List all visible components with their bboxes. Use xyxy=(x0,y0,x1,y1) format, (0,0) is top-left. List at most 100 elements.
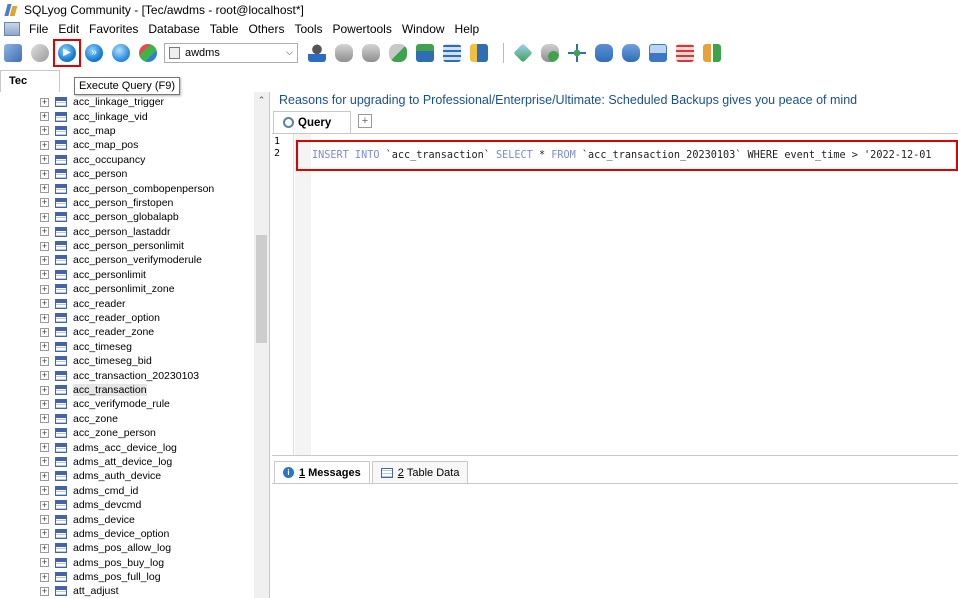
tree-item-table[interactable]: + acc_reader_zone xyxy=(0,325,254,339)
tree-item-table[interactable]: + adms_pos_allow_log xyxy=(0,541,254,555)
data-sync-button[interactable] xyxy=(468,42,490,64)
tab-table-data[interactable]: 2 Table Data xyxy=(371,461,469,483)
expand-icon[interactable]: + xyxy=(40,471,49,481)
new-connection-button[interactable] xyxy=(2,42,24,64)
tree-item-table[interactable]: + acc_map_pos xyxy=(0,138,254,152)
tree-item-table[interactable]: + acc_zone xyxy=(0,412,254,426)
job-agent-button[interactable] xyxy=(620,42,642,64)
expand-icon[interactable]: + xyxy=(40,284,49,294)
execute-all-queries-button[interactable]: » xyxy=(83,42,105,64)
expand-icon[interactable]: + xyxy=(40,385,49,395)
expand-icon[interactable]: + xyxy=(40,212,49,222)
expand-icon[interactable]: + xyxy=(40,270,49,280)
expand-icon[interactable]: + xyxy=(40,155,49,165)
disconnect-button[interactable] xyxy=(29,42,51,64)
menu-table[interactable]: Table xyxy=(205,22,244,36)
tree-item-table[interactable]: + acc_person_personlimit xyxy=(0,239,254,253)
expand-icon[interactable]: + xyxy=(40,227,49,237)
expand-icon[interactable]: + xyxy=(40,241,49,251)
tree-item-table[interactable]: + adms_devcmd xyxy=(0,498,254,512)
expand-icon[interactable]: + xyxy=(40,126,49,136)
scheduler-button[interactable] xyxy=(566,42,588,64)
tree-item-table[interactable]: + acc_timeseg xyxy=(0,340,254,354)
menu-window[interactable]: Window xyxy=(397,22,450,36)
scroll-up-icon[interactable]: ⌃ xyxy=(254,92,269,109)
menu-database[interactable]: Database xyxy=(143,22,204,36)
sql-log-button[interactable] xyxy=(647,42,669,64)
table-diagnostics-button[interactable] xyxy=(674,42,696,64)
tree-item-table[interactable]: + acc_person_globalapb xyxy=(0,210,254,224)
expand-icon[interactable]: + xyxy=(40,428,49,438)
upgrade-banner[interactable]: Reasons for upgrading to Professional/En… xyxy=(279,93,857,107)
expand-icon[interactable]: + xyxy=(40,112,49,122)
expand-icon[interactable]: + xyxy=(40,414,49,424)
expand-icon[interactable]: + xyxy=(40,169,49,179)
expand-icon[interactable]: + xyxy=(40,184,49,194)
tree-item-table[interactable]: + acc_personlimit_zone xyxy=(0,282,254,296)
tree-item-table[interactable]: + acc_person_lastaddr xyxy=(0,225,254,239)
tree-item-table[interactable]: + adms_att_device_log xyxy=(0,455,254,469)
menu-others[interactable]: Others xyxy=(243,22,289,36)
menu-help[interactable]: Help xyxy=(450,22,485,36)
import-data-button[interactable] xyxy=(414,42,436,64)
query-builder-button[interactable] xyxy=(539,42,561,64)
restore-button[interactable] xyxy=(360,42,382,64)
expand-icon[interactable]: + xyxy=(40,500,49,510)
tab-query[interactable]: Query xyxy=(273,111,351,133)
expand-icon[interactable]: + xyxy=(40,140,49,150)
tree-item-table[interactable]: + acc_person_verifymoderule xyxy=(0,253,254,267)
tree-item-table[interactable]: + acc_linkage_trigger xyxy=(0,95,254,109)
expand-icon[interactable]: + xyxy=(40,486,49,496)
expand-icon[interactable]: + xyxy=(40,313,49,323)
expand-icon[interactable]: + xyxy=(40,371,49,381)
tree-item-table[interactable]: + acc_transaction_20230103 xyxy=(0,368,254,382)
tree-item-table[interactable]: + acc_personlimit xyxy=(0,268,254,282)
tree-item-table[interactable]: + acc_occupancy xyxy=(0,153,254,167)
schema-designer-button[interactable] xyxy=(512,42,534,64)
document-menu-icon[interactable] xyxy=(4,22,20,36)
object-browser-scrollbar[interactable]: ⌃ xyxy=(254,92,269,598)
database-select[interactable]: awdms ⌵ xyxy=(164,42,298,63)
expand-icon[interactable]: + xyxy=(40,529,49,539)
expand-icon[interactable]: + xyxy=(40,299,49,309)
tree-item-table[interactable]: + acc_transaction xyxy=(0,383,254,397)
expand-icon[interactable]: + xyxy=(40,572,49,582)
expand-icon[interactable]: + xyxy=(40,586,49,596)
expand-icon[interactable]: + xyxy=(40,255,49,265)
menu-file[interactable]: File xyxy=(24,22,53,36)
new-tab-button[interactable]: + xyxy=(358,114,372,128)
schema-sync-button[interactable] xyxy=(441,42,463,64)
tree-item-table[interactable]: + adms_auth_device xyxy=(0,469,254,483)
expand-icon[interactable]: + xyxy=(40,342,49,352)
expand-icon[interactable]: + xyxy=(40,327,49,337)
expand-icon[interactable]: + xyxy=(40,97,49,107)
tree-item-table[interactable]: + adms_pos_full_log xyxy=(0,570,254,584)
backup-button[interactable] xyxy=(333,42,355,64)
tab-messages[interactable]: i 1 Messages xyxy=(274,461,370,483)
scrollbar-thumb[interactable] xyxy=(256,235,267,343)
menu-powertools[interactable]: Powertools xyxy=(327,22,396,36)
tree-item-table[interactable]: + acc_person_firstopen xyxy=(0,196,254,210)
tree-item-table[interactable]: + acc_person xyxy=(0,167,254,181)
expand-icon[interactable]: + xyxy=(40,515,49,525)
expand-icon[interactable]: + xyxy=(40,399,49,409)
copy-database-button[interactable] xyxy=(387,42,409,64)
execute-query-button[interactable]: ▶ xyxy=(53,38,81,67)
tree-item-table[interactable]: + acc_reader_option xyxy=(0,311,254,325)
tree-item-table[interactable]: + acc_reader xyxy=(0,296,254,310)
tree-item-table[interactable]: + acc_linkage_vid xyxy=(0,109,254,123)
expand-icon[interactable]: + xyxy=(40,558,49,568)
create-database-button[interactable] xyxy=(137,42,159,64)
tree-item-table[interactable]: + acc_timeseg_bid xyxy=(0,354,254,368)
connection-tab[interactable]: Tec xyxy=(0,70,60,92)
tree-item-table[interactable]: + adms_cmd_id xyxy=(0,484,254,498)
tree-item-table[interactable]: + adms_acc_device_log xyxy=(0,440,254,454)
tree-item-table[interactable]: + acc_person_combopenperson xyxy=(0,181,254,195)
menu-edit[interactable]: Edit xyxy=(53,22,84,36)
tree-item-table[interactable]: + adms_device xyxy=(0,512,254,526)
expand-icon[interactable]: + xyxy=(40,356,49,366)
user-manager-button[interactable] xyxy=(306,42,328,64)
expand-icon[interactable]: + xyxy=(40,443,49,453)
tree-item-table[interactable]: + acc_verifymode_rule xyxy=(0,397,254,411)
notification-button[interactable] xyxy=(593,42,615,64)
